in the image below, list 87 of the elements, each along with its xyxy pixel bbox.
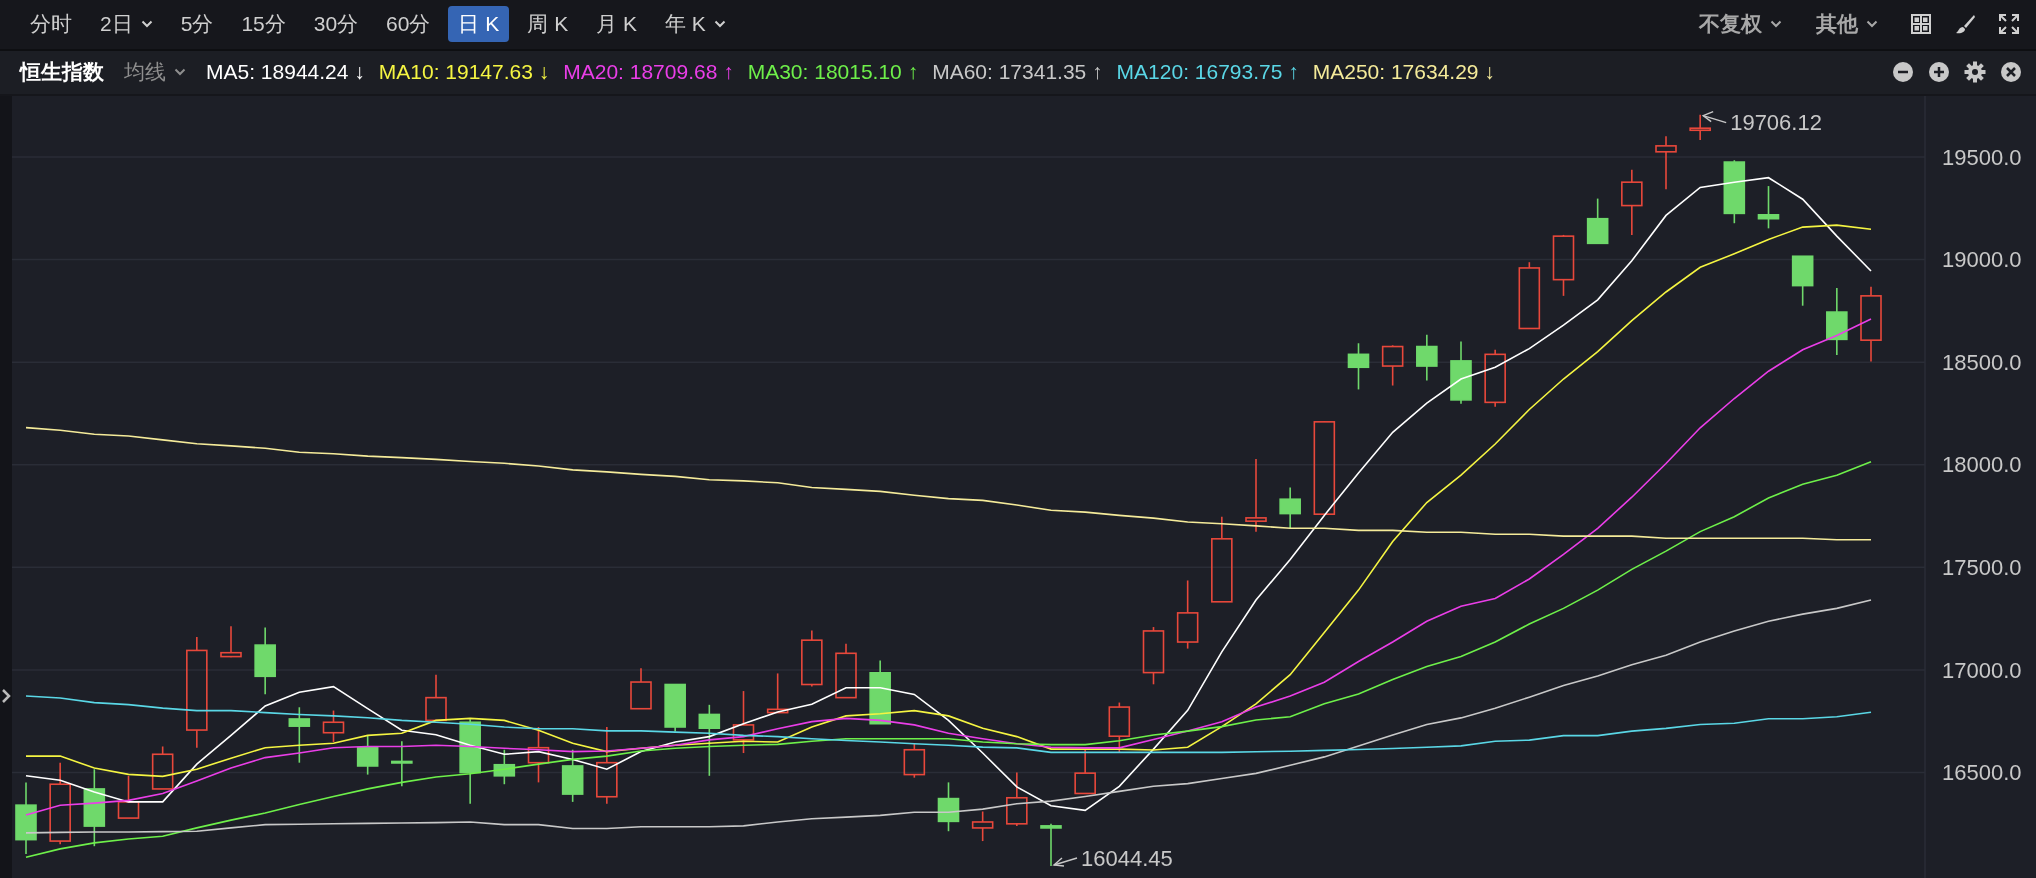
candlestick — [1381, 344, 1404, 387]
period-tab[interactable]: 2日 — [90, 6, 163, 43]
candlestick — [1040, 823, 1062, 867]
period-tab[interactable]: 年 K — [655, 6, 736, 43]
grid-layout-icon[interactable] — [1910, 13, 1932, 36]
candlestick — [1484, 349, 1506, 408]
candlestick — [1279, 486, 1301, 530]
candlestick — [1621, 169, 1643, 236]
settings-icon[interactable] — [1964, 61, 1986, 84]
index-name: 恒生指数 — [20, 59, 104, 86]
candlestick — [766, 672, 789, 714]
candlestick — [1552, 234, 1575, 297]
caret-icon — [174, 68, 186, 77]
price-annotation: 16044.45 — [1081, 845, 1173, 871]
candlestick — [1655, 135, 1677, 191]
zoom-in-icon[interactable] — [1928, 61, 1950, 84]
candlestick — [1074, 748, 1096, 795]
dropdown-menu[interactable]: 其他 — [1806, 6, 1888, 43]
candlestick — [835, 642, 857, 699]
candlestick — [903, 742, 926, 779]
candlestick — [801, 629, 823, 688]
candlestick — [254, 626, 276, 696]
axis-label: 18500.0 — [1942, 349, 2022, 375]
caret-icon — [1866, 20, 1878, 29]
candlestick — [151, 745, 174, 790]
candlestick — [1006, 771, 1028, 827]
candlestick — [1689, 113, 1711, 141]
candlestick — [869, 659, 891, 725]
candlestick — [1450, 340, 1472, 405]
candlestick — [1518, 261, 1541, 330]
candlestick — [322, 709, 345, 743]
axis-label: 18000.0 — [1942, 452, 2022, 478]
candlestick — [664, 683, 686, 733]
expand-handle-icon[interactable] — [1, 688, 11, 704]
fullscreen-icon[interactable] — [1998, 13, 2020, 36]
axis-label: 16500.0 — [1942, 760, 2022, 786]
candlestick — [1108, 701, 1131, 754]
candlestick — [425, 673, 447, 722]
caret-icon — [1770, 20, 1782, 29]
candlestick — [288, 706, 311, 764]
axis-label: 19500.0 — [1942, 144, 2022, 170]
price-annotation: 19706.12 — [1730, 110, 1822, 136]
period-tab[interactable]: 日 K — [448, 6, 510, 43]
moving-average-value: MA120: 16793.75 ↑ — [1116, 60, 1299, 85]
period-tab[interactable]: 月 K — [586, 6, 647, 43]
candlestick — [937, 781, 960, 832]
candlestick — [1757, 185, 1780, 230]
leader-arrow — [1052, 857, 1078, 867]
candlestick — [391, 740, 413, 788]
candlestick — [1142, 626, 1165, 686]
axis-label: 17500.0 — [1942, 555, 2022, 581]
paintbrush-icon[interactable] — [1954, 13, 1976, 36]
candlestick — [561, 748, 584, 803]
candlestick — [1586, 197, 1609, 245]
candlestick — [1416, 334, 1438, 382]
candlestick — [1176, 579, 1199, 650]
candlestick — [1826, 287, 1848, 356]
candlestick — [493, 748, 516, 786]
candlestick — [1723, 159, 1746, 224]
candlestick — [1791, 255, 1814, 307]
period-tab[interactable]: 15分 — [231, 6, 296, 43]
moving-average-value: MA250: 17634.29 ↓ — [1312, 60, 1495, 85]
candlestick — [527, 726, 550, 784]
period-tab[interactable]: 周 K — [517, 6, 579, 43]
leader-arrow — [1701, 110, 1727, 124]
candlestick — [1347, 342, 1370, 391]
candlestick — [630, 667, 652, 710]
axis-label: 17000.0 — [1942, 657, 2022, 683]
period-tab[interactable]: 60分 — [376, 6, 441, 43]
period-tab[interactable]: 30分 — [303, 6, 369, 43]
period-tab[interactable]: 5分 — [170, 6, 224, 43]
candlestick — [732, 690, 755, 754]
axis-label: 19000.0 — [1942, 247, 2022, 273]
candlestick — [117, 775, 140, 819]
close-icon[interactable] — [2000, 61, 2022, 84]
moving-average-value: MA60: 17341.35 ↑ — [932, 60, 1103, 85]
period-tab[interactable]: 分时 — [20, 6, 82, 43]
moving-average-value: MA10: 19147.63 ↓ — [378, 60, 550, 85]
candlestick — [356, 734, 379, 776]
moving-average-value: MA20: 18709.68 ↑ — [563, 60, 734, 85]
candlestick — [220, 625, 242, 658]
moving-average-value: MA30: 18015.10 ↑ — [747, 60, 919, 85]
indicator-dropdown[interactable]: 均线 — [118, 58, 192, 87]
candlestick — [971, 810, 994, 842]
zoom-out-icon[interactable] — [1892, 61, 1914, 84]
dropdown-menu[interactable]: 不复权 — [1689, 6, 1792, 43]
moving-average-value: MA5: 18944.24 ↓ — [206, 60, 365, 85]
